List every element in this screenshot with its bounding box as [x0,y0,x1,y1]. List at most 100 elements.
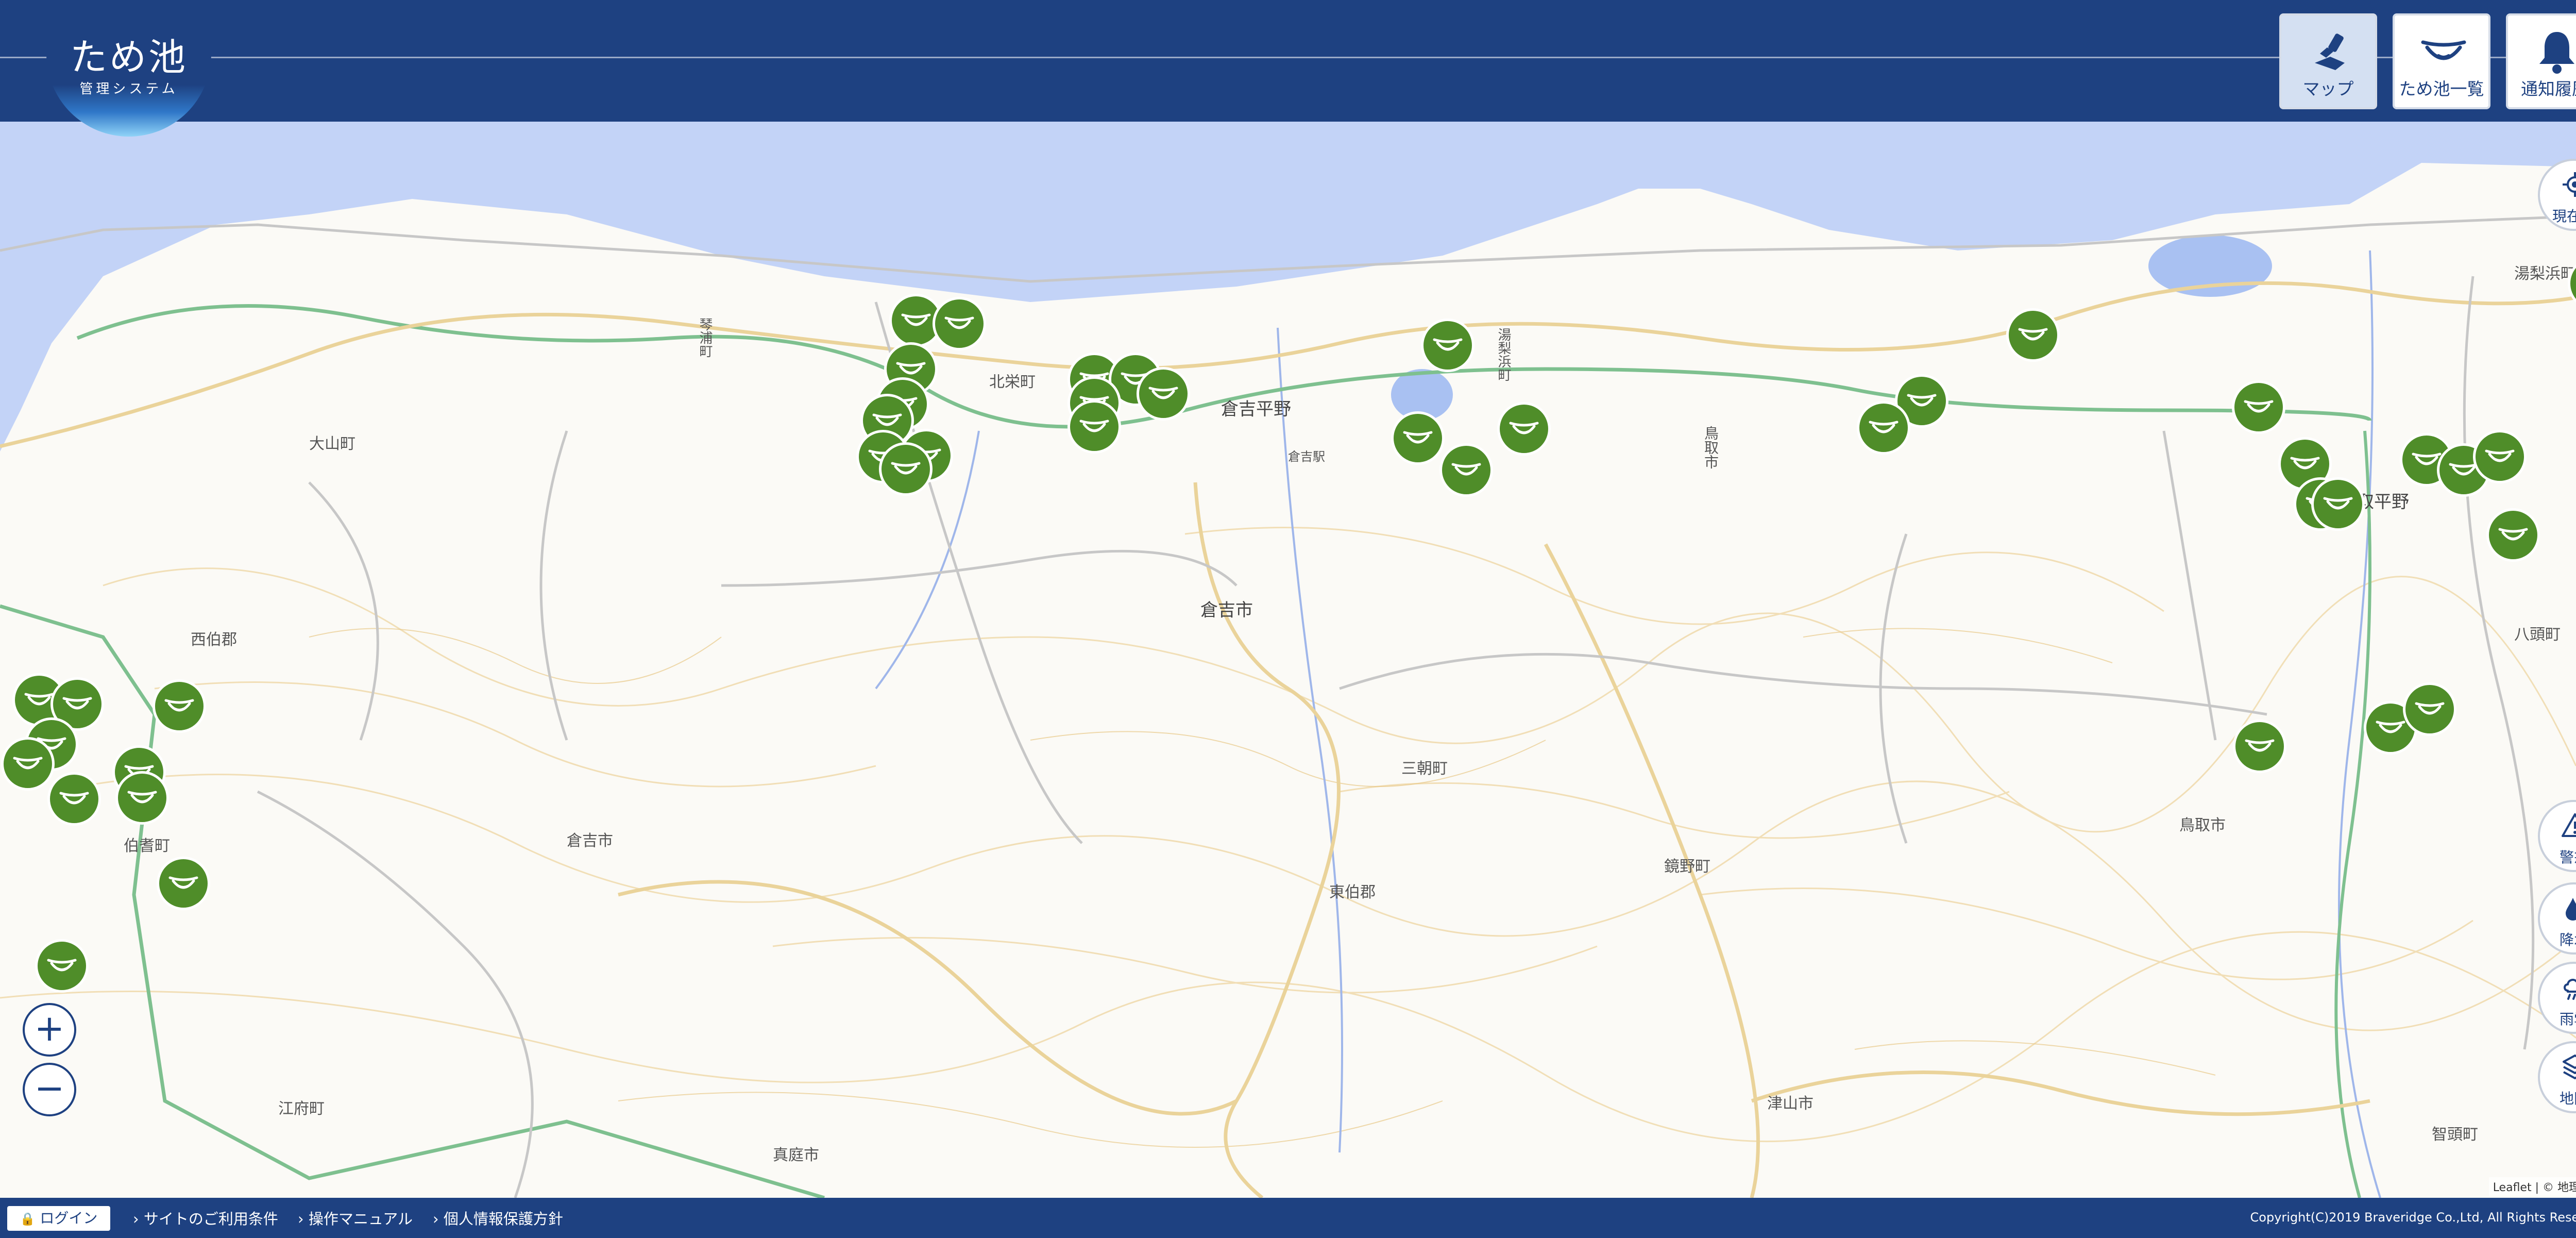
terms-link-label: サイトのご利用条件 [143,1210,278,1228]
pond-marker[interactable] [1421,319,1475,372]
pond-list-button[interactable]: ため池一覧 [2393,13,2490,109]
manual-link-label: 操作マニュアル [308,1210,413,1228]
map-background [0,122,2576,1198]
pond-icon [891,462,921,475]
pond-icon [1907,394,1937,407]
current-location-label: 現在地 [2552,208,2576,225]
pond-icon [1433,338,1463,351]
pond-marker[interactable] [2486,508,2540,562]
rain-cloud-icon [2564,979,2576,1000]
privacy-policy-link[interactable]: › 個人情報保護方針 [433,1207,563,1229]
pond-icon [2323,497,2353,510]
pond-marker[interactable] [2006,308,2060,362]
pond-icon [164,699,194,712]
pond-icon [13,757,43,769]
place-label: 津山市 [1767,1095,1814,1113]
pond-marker[interactable] [115,771,169,825]
pond-marker[interactable] [1857,401,1910,455]
place-label: 大山町 [309,435,355,453]
pond-marker[interactable] [1497,402,1551,456]
pond-marker[interactable] [1439,443,1493,497]
pond-marker[interactable] [933,297,986,350]
pond-marker[interactable] [2233,720,2286,773]
copyright-text: Copyright(C)2019 Braveridge Co.,Ltd, All… [2250,1210,2576,1225]
app-logo[interactable]: ため池 管理システム [46,0,211,137]
pond-icon [24,693,54,706]
login-button[interactable]: 🔒 ログイン [7,1206,110,1231]
warning-label: 警戒 [2559,849,2576,866]
pond-marker[interactable] [1,737,55,791]
pond-icon [2245,739,2275,752]
logo-title: ため池 [70,36,188,79]
pond-icon [2018,328,2048,341]
place-label: 三朝町 [1401,760,1448,778]
place-label: 北栄町 [989,373,1036,391]
pond-marker[interactable] [1137,367,1190,421]
place-label: 湯梨浜町 [2514,265,2576,283]
map-canvas[interactable]: 倉吉平野 倉吉市 大山町 琴浦町 北栄町 湯梨浜町 鳥取市 西伯郡 三朝町 東伯… [0,122,2576,1198]
pond-icon [944,316,974,329]
place-label: 八頭町 [2514,626,2561,644]
notification-history-button[interactable]: 通知履歴 [2506,13,2576,109]
raindrop-icon [2566,898,2576,921]
location-crosshair-icon [2563,172,2576,197]
pond-icon [62,697,92,710]
rain-cloud-label: 雨雲 [2559,1011,2576,1028]
map-attribution[interactable]: Leaflet | © 地理院地図 [2488,1177,2576,1196]
place-label: 鏡野町 [1664,858,1710,876]
place-label: 湯梨浜町 [1496,328,1511,381]
pond-marker[interactable] [2232,380,2285,434]
lock-icon: 🔒 [20,1212,36,1226]
pond-icon [1403,431,1433,444]
pond-marker[interactable] [152,679,206,733]
pond-marker[interactable] [879,442,933,496]
pond-icon [1509,422,1539,434]
pond-marker[interactable] [47,772,101,826]
pond-icon [2415,702,2445,715]
place-label: 倉吉平野 [1221,399,1291,420]
pond-marker[interactable] [2311,477,2365,531]
pond-marker[interactable] [35,939,89,993]
terms-link[interactable]: › サイトのご利用条件 [133,1207,278,1229]
place-label: 鳥取市 [2179,816,2226,834]
map-button[interactable]: マップ [2279,13,2377,109]
pond-icon [2498,528,2528,541]
pond-icon [872,413,902,426]
pond-icon [2290,457,2320,470]
pond-marker[interactable] [1067,400,1121,454]
place-label: 琴浦町 [697,317,713,358]
pond-icon [901,313,931,326]
layers-icon [2563,1055,2576,1079]
pond-icon [59,792,89,805]
pond-icon [47,959,77,972]
pond-icon [168,876,198,889]
pond-marker[interactable] [2403,682,2456,736]
header-divider [0,57,2576,58]
place-label: 倉吉市 [1200,600,1253,621]
notification-history-button-label: 通知履歴 [2521,79,2576,99]
map-button-label: マップ [2302,79,2354,99]
logo-subtitle: 管理システム [79,81,178,97]
pond-marker[interactable] [1391,411,1445,465]
pond-icon [2376,721,2405,733]
zoom-out-button[interactable]: − [23,1063,76,1116]
privacy-policy-link-label: 個人情報保護方針 [443,1210,563,1228]
zoom-in-button[interactable]: + [23,1003,76,1057]
pond-icon [2421,40,2466,60]
pond-marker[interactable] [157,857,210,910]
manual-link[interactable]: › 操作マニュアル [298,1207,413,1229]
login-label: ログイン [40,1210,98,1227]
place-label: 江府町 [278,1100,325,1118]
pond-marker[interactable] [2473,430,2527,483]
place-label: 智頭町 [2432,1126,2478,1144]
pond-icon [2485,449,2515,462]
place-label: 西伯郡 [191,631,237,649]
pond-icon [1079,420,1109,432]
pond-icon [2244,400,2274,413]
place-label: 倉吉駅 [1288,449,1325,464]
app-header: ため池 管理システム マップ ため池一覧 通知履歴 [0,0,2576,137]
chevron-right-icon: › [433,1210,439,1228]
pond-list-button-label: ため池一覧 [2399,79,2484,99]
app-footer: 🔒 ログイン › サイトのご利用条件 › 操作マニュアル › 個人情報保護方針 … [0,1198,2576,1238]
place-label: 倉吉市 [567,832,613,850]
